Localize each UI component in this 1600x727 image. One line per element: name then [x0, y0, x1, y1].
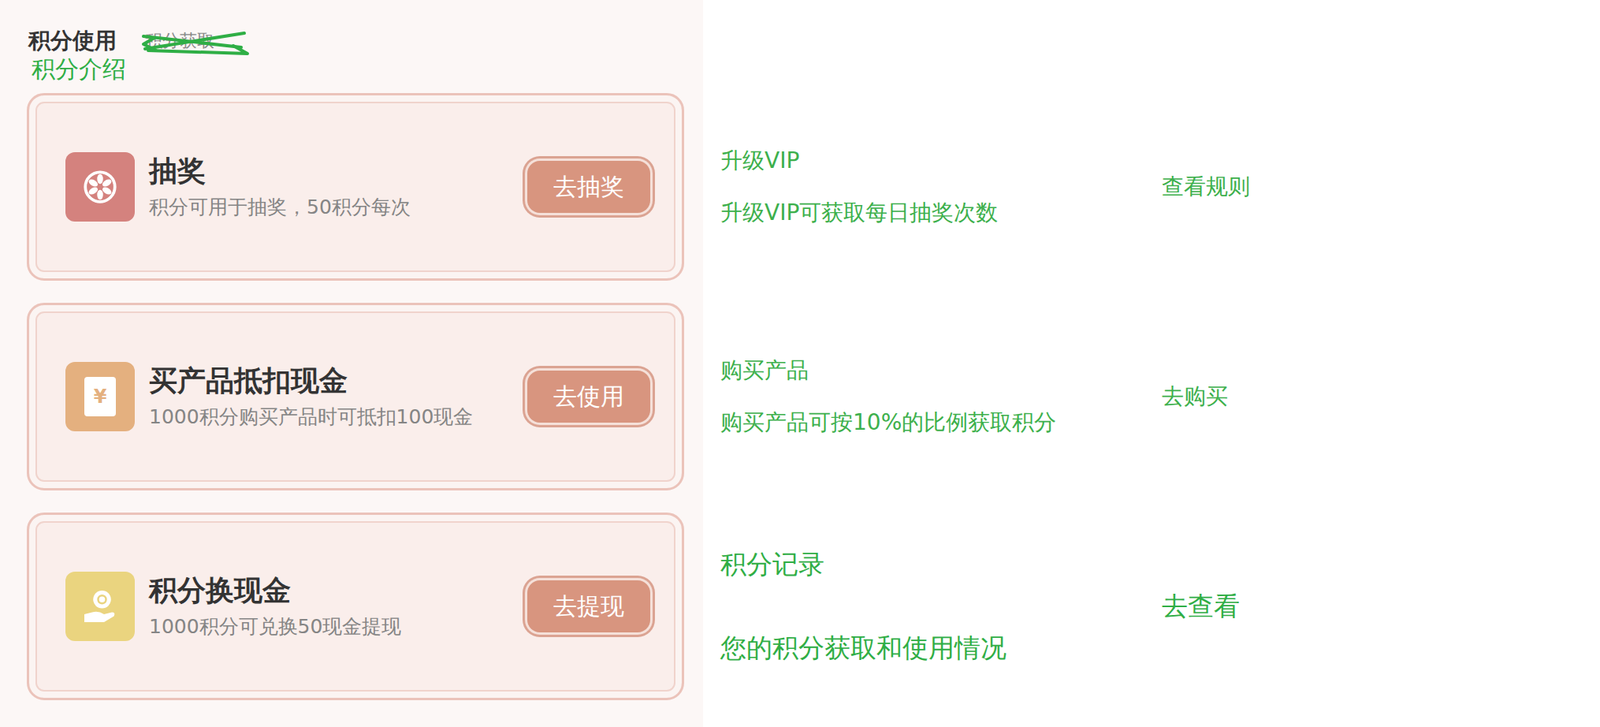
card-description: 1000积分可兑换50现金提现: [148, 613, 518, 640]
card-row: 抽奖积分可用于抽奖，50积分每次去抽奖 升级VIP 升级VIP可获取每日抽奖次数查看…: [0, 93, 1600, 281]
annotation-title: 积分记录: [720, 548, 1162, 581]
card-text: 积分换现金 1000积分可兑换50现金提现: [148, 572, 518, 640]
card-text: 买产品抵扣现金 1000积分购买产品时可抵扣100现金: [148, 362, 518, 431]
tab-label: 积分使用: [28, 27, 117, 54]
yen-glyph: ¥: [93, 385, 108, 408]
card-title: 买产品抵扣现金: [148, 362, 518, 399]
hand-coin-icon: [76, 582, 124, 630]
voucher-icon: ¥: [65, 361, 135, 432]
annotation: 购买产品购买产品可按10%的比例获取积分去购买: [720, 356, 1228, 437]
header: 积分使用 积分获取积分介绍: [0, 0, 1600, 94]
card-description: 积分可用于抽奖，50积分每次: [148, 193, 518, 221]
annotation-description: 您的积分获取和使用情况: [720, 632, 1162, 664]
card-title: 积分换现金: [148, 572, 518, 609]
intro-note: 积分介绍: [28, 55, 1600, 84]
card-description: 1000积分购买产品时可抵扣100现金: [148, 403, 518, 431]
points-card: 抽奖积分可用于抽奖，50积分每次去抽奖: [26, 93, 685, 281]
card-list: 抽奖积分可用于抽奖，50积分每次去抽奖 升级VIP 升级VIP可获取每日抽奖次数查看…: [0, 93, 1600, 700]
points-card: ¥ 买产品抵扣现金 1000积分购买产品时可抵扣100现金去使用: [26, 302, 685, 491]
tab[interactable]: 积分获取: [145, 26, 215, 56]
annotation: 积分记录您的积分获取和使用情况去查看: [720, 548, 1240, 664]
annotation-description: 升级VIP可获取每日抽奖次数: [720, 198, 1162, 227]
card-button[interactable]: 去使用: [527, 370, 651, 423]
annotation-text: 升级VIP 升级VIP可获取每日抽奖次数: [720, 146, 1162, 227]
tab[interactable]: 积分使用: [28, 26, 117, 56]
receipt-icon: ¥: [84, 376, 116, 417]
annotation-text: 积分记录您的积分获取和使用情况: [720, 548, 1162, 664]
annotation-title: 购买产品: [720, 356, 1162, 385]
annotation: 升级VIP 升级VIP可获取每日抽奖次数查看规则: [720, 146, 1251, 227]
card-row: 积分换现金1000积分可兑换50现金提现去提现积分记录您的积分获取和使用情况去查…: [0, 512, 1600, 700]
annotation-description: 购买产品可按10%的比例获取积分: [720, 408, 1162, 437]
annotation-text: 购买产品购买产品可按10%的比例获取积分: [720, 356, 1162, 437]
wheel-icon: [76, 163, 124, 211]
card-text: 抽奖积分可用于抽奖，50积分每次: [148, 152, 518, 221]
cash-icon: [65, 571, 135, 641]
strike-scribble-icon: [140, 26, 251, 59]
tab-bar: 积分使用 积分获取: [28, 26, 1600, 56]
card-title: 抽奖: [148, 152, 518, 190]
annotation-title: 升级VIP: [720, 146, 1162, 175]
card-row: ¥ 买产品抵扣现金 1000积分购买产品时可抵扣100现金去使用 购买产品购买产品可按…: [0, 302, 1600, 491]
card-button[interactable]: 去抽奖: [527, 160, 651, 213]
annotation-action[interactable]: 查看规则: [1161, 172, 1251, 201]
points-card: 积分换现金 1000积分可兑换50现金提现去提现: [26, 512, 685, 700]
annotation-action[interactable]: 去查看: [1161, 590, 1240, 622]
annotation-action[interactable]: 去购买: [1161, 382, 1228, 411]
card-button[interactable]: 去提现: [527, 580, 651, 633]
points-page: 积分使用积分获取积分介绍抽奖积分可用于抽奖，50积分每次去抽奖升级VIP升级VI…: [0, 0, 1600, 727]
lottery-icon: [65, 152, 135, 222]
